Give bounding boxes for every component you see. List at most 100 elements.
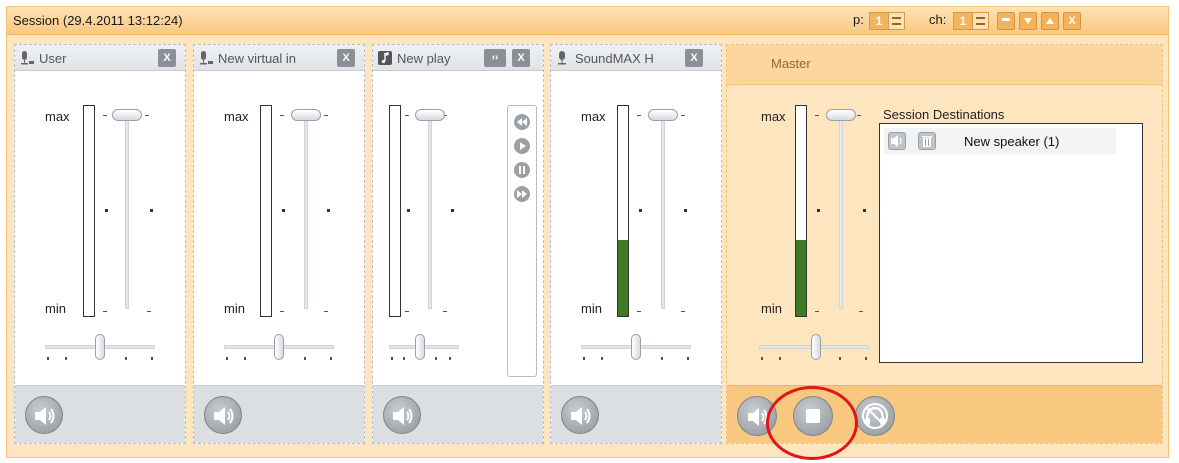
strip-name: New virtual in [218, 51, 297, 66]
pan-slider-thumb[interactable] [95, 334, 105, 360]
volume-slider-thumb[interactable] [648, 109, 678, 121]
volume-slider-thumb[interactable] [826, 109, 856, 121]
play-icon [520, 142, 526, 150]
pan-tick [661, 357, 663, 360]
scale-tick [857, 115, 861, 116]
meter-min-label: min [761, 301, 782, 316]
scale-tick [681, 311, 685, 312]
p-stepper[interactable]: 1 [869, 12, 905, 30]
scale-tick [637, 311, 641, 312]
scale-tick [637, 115, 641, 116]
speaker-icon [214, 407, 234, 425]
fast-forward-icon [517, 190, 527, 198]
scale-tick [145, 115, 149, 116]
ch-stepper-arrows[interactable] [972, 13, 988, 29]
rewind-button[interactable] [514, 114, 530, 130]
strip-footer [551, 385, 721, 443]
scale-tick [443, 311, 447, 312]
meter-max-label: max [224, 109, 249, 124]
microphone-icon [21, 51, 34, 65]
scale-tick [147, 311, 151, 312]
scale-tick [282, 209, 285, 212]
pan-slider-thumb[interactable] [811, 334, 821, 360]
pause-button[interactable] [514, 162, 530, 178]
no-headphones-icon [862, 403, 888, 429]
volume-slider-track[interactable] [661, 113, 665, 309]
strip-name: SoundMAX H [575, 51, 654, 66]
volume-slider-track[interactable] [428, 113, 432, 309]
mute-button[interactable] [383, 396, 421, 434]
volume-slider-track[interactable] [125, 113, 129, 309]
scale-tick [451, 209, 454, 212]
session-titlebar[interactable]: Session (29.4.2011 13:12:24) p: 1 ch: 1 … [7, 7, 1168, 35]
transport-controls [507, 105, 537, 377]
fast-forward-button[interactable] [514, 186, 530, 202]
p-stepper-arrows[interactable] [888, 13, 904, 29]
volume-slider-track[interactable] [304, 113, 308, 309]
pan-tick [403, 357, 405, 360]
volume-slider-thumb[interactable] [112, 109, 142, 121]
strip-header: New play ›› X [373, 45, 543, 71]
scale-tick [815, 115, 819, 116]
pan-slider-thumb[interactable] [415, 334, 425, 360]
volume-slider-thumb[interactable] [415, 109, 445, 121]
microphone-icon [558, 51, 566, 65]
meter-min-label: min [224, 301, 245, 316]
minimize-button[interactable] [997, 12, 1015, 30]
level-meter-fill [796, 240, 806, 316]
speaker-icon [393, 407, 413, 425]
pan-tick [125, 357, 127, 360]
meter-max-label: max [761, 109, 786, 124]
close-window-button[interactable]: X [1063, 12, 1081, 30]
speaker-icon [891, 135, 902, 147]
mute-button[interactable] [561, 396, 599, 434]
volume-slider-track[interactable] [839, 113, 843, 309]
speaker-icon [571, 407, 591, 425]
pause-icon [519, 166, 525, 174]
arrow-up-icon [1046, 18, 1054, 24]
scale-tick [324, 311, 328, 312]
pan-tick [601, 357, 603, 360]
delete-destination-button[interactable] [918, 132, 936, 150]
scale-tick [280, 115, 284, 116]
pan-tick [391, 357, 393, 360]
disabled-output-button[interactable] [855, 396, 895, 436]
scale-tick [327, 209, 330, 212]
play-button[interactable] [514, 138, 530, 154]
scale-tick [105, 209, 108, 212]
remove-strip-button[interactable]: X [337, 49, 355, 67]
microphone-icon [200, 51, 213, 65]
volume-slider-thumb[interactable] [291, 109, 321, 121]
pan-tick [865, 357, 867, 360]
destination-label: New speaker (1) [964, 134, 1060, 149]
pan-slider-thumb[interactable] [274, 334, 284, 360]
ch-value: 1 [954, 13, 972, 29]
pan-tick [761, 357, 763, 360]
pan-tick [687, 357, 689, 360]
pan-slider-thumb[interactable] [631, 334, 641, 360]
master-header: Master [727, 45, 1162, 85]
pan-tick [244, 357, 246, 360]
scale-tick [859, 311, 863, 312]
level-meter [617, 105, 629, 317]
move-down-button[interactable] [1019, 12, 1037, 30]
mute-button[interactable] [204, 396, 242, 434]
scale-tick [681, 115, 685, 116]
skip-forward-button[interactable]: ›› [484, 49, 506, 67]
speaker-icon [35, 407, 55, 425]
move-up-button[interactable] [1041, 12, 1059, 30]
scale-tick [639, 209, 642, 212]
scale-tick [150, 209, 153, 212]
scale-tick [324, 115, 328, 116]
destination-speaker-icon[interactable] [888, 132, 906, 150]
remove-strip-button[interactable]: X [512, 49, 530, 67]
meter-min-label: min [581, 301, 602, 316]
remove-strip-button[interactable]: X [158, 49, 176, 67]
pan-tick [435, 357, 437, 360]
level-meter [795, 105, 807, 317]
ch-stepper[interactable]: 1 [953, 12, 989, 30]
mute-button[interactable] [25, 396, 63, 434]
remove-strip-button[interactable]: X [685, 49, 703, 67]
destination-item[interactable]: New speaker (1) [884, 128, 1116, 154]
highlight-circle-annotation [766, 386, 858, 460]
